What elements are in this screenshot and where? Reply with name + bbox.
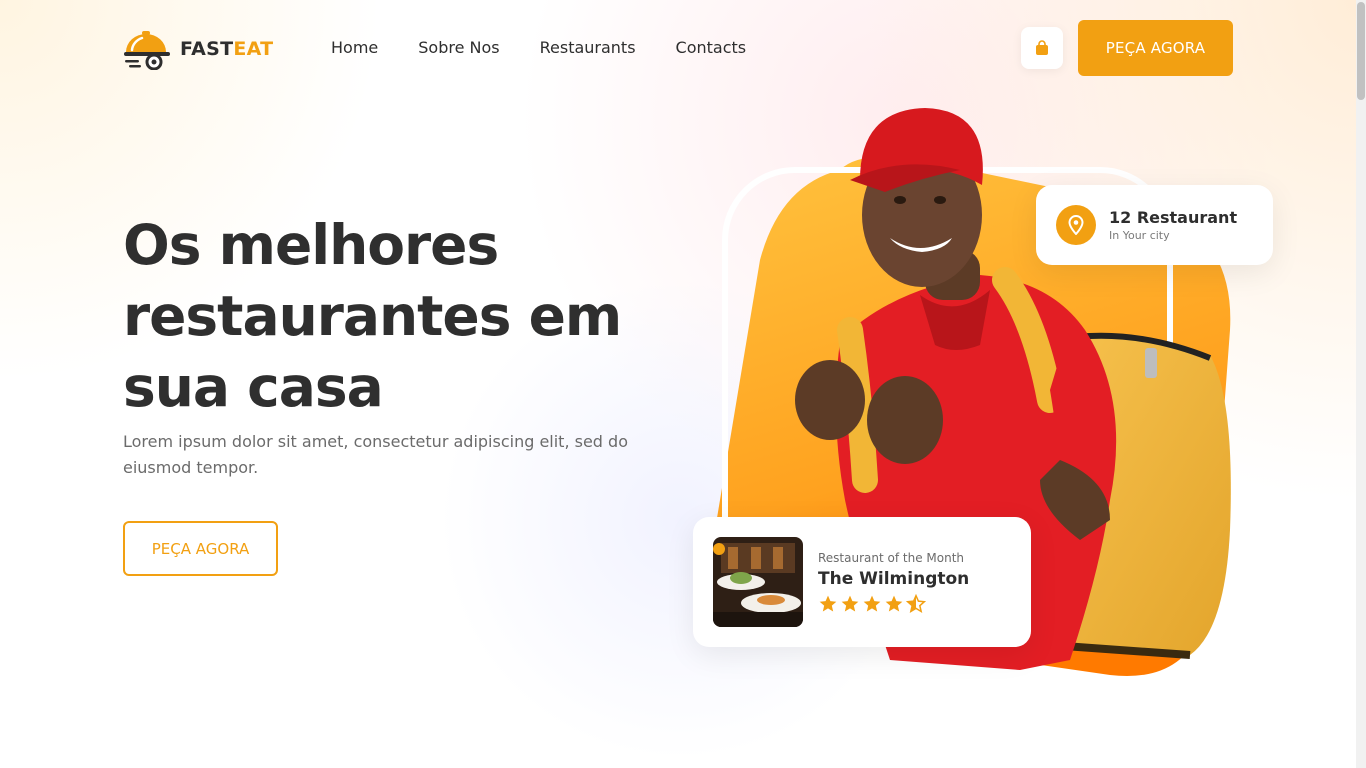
restaurant-info: Restaurant of the Month The Wilmington <box>818 551 969 614</box>
rating-stars <box>818 593 969 614</box>
star-full-icon <box>840 594 860 614</box>
restaurant-of-month-card[interactable]: Restaurant of the Month The Wilmington <box>693 517 1031 647</box>
brand-logo[interactable]: FASTEAT <box>122 28 273 70</box>
page-scrollbar[interactable] <box>1356 0 1366 768</box>
nav-item-home[interactable]: Home <box>331 38 378 57</box>
scrollbar-thumb[interactable] <box>1357 2 1365 100</box>
brand-name: FASTEAT <box>180 38 273 60</box>
brand-name-part1: FAST <box>180 38 234 60</box>
restaurant-card-label: Restaurant of the Month <box>818 550 965 565</box>
star-half-icon <box>906 593 926 614</box>
star-full-icon <box>862 594 882 614</box>
city-card-subtitle: In Your city <box>1109 229 1170 242</box>
nav-item-contacts[interactable]: Contacts <box>676 38 747 57</box>
cart-button[interactable] <box>1021 27 1063 69</box>
order-now-hero-button[interactable]: PEÇA AGORA <box>123 521 278 576</box>
nav-item-sobre-nos[interactable]: Sobre Nos <box>418 38 499 57</box>
hero-description: Lorem ipsum dolor sit amet, consectetur … <box>123 432 628 477</box>
restaurant-thumbnail <box>713 537 803 627</box>
star-full-icon <box>884 594 904 614</box>
cloche-logo-icon <box>124 31 170 70</box>
order-now-header-button[interactable]: PEÇA AGORA <box>1078 20 1233 76</box>
nav-item-restaurants[interactable]: Restaurants <box>540 38 636 57</box>
shopping-bag-icon <box>1036 40 1048 55</box>
star-full-icon <box>818 594 838 614</box>
hero-title: Os melhores restaurantes em sua casa <box>123 213 622 419</box>
city-card-title: 12 Restaurant <box>1109 208 1238 227</box>
brand-name-part2: EAT <box>233 38 274 60</box>
city-card-texts: 12 Restaurant In Your city <box>1109 208 1237 242</box>
location-pin-icon <box>1056 205 1096 245</box>
main-nav: Home Sobre Nos Restaurants Contacts <box>331 38 746 57</box>
restaurants-count-card: 12 Restaurant In Your city <box>1036 185 1273 265</box>
restaurant-name: The Wilmington <box>818 568 970 589</box>
